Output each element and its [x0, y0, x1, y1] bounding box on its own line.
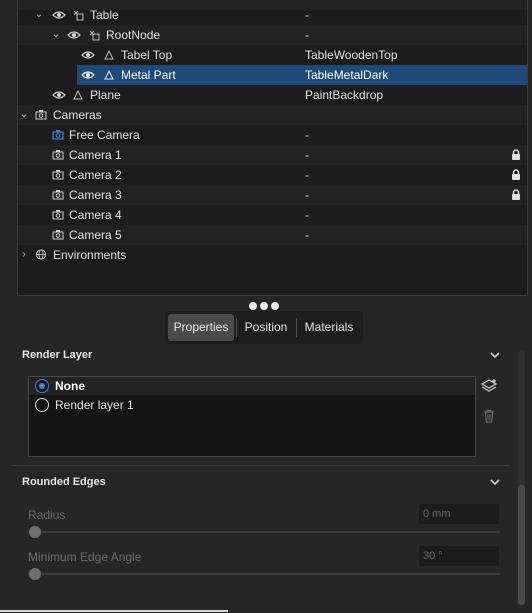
radius-input[interactable]: 0 mm — [419, 504, 499, 524]
tree-row-value: - — [305, 228, 309, 242]
eye-icon[interactable] — [52, 90, 66, 100]
tab-properties[interactable]: Properties — [168, 314, 234, 341]
camera-icon — [52, 210, 64, 220]
rounded-edges-title: Rounded Edges — [22, 476, 106, 488]
mesh-icon — [104, 69, 114, 80]
radio-unselected[interactable] — [35, 398, 49, 412]
tree-row-name: Plane — [90, 88, 121, 102]
radius-label: Radius — [28, 508, 66, 522]
tree-row-name: Metal Part — [121, 68, 176, 82]
camera-icon — [52, 170, 64, 180]
lock-icon[interactable] — [511, 149, 521, 161]
tab-bar: Properties Position Materials — [165, 311, 363, 344]
node-icon — [73, 10, 84, 21]
tree-row-camera-3[interactable]: Camera 3 - — [17, 185, 527, 205]
tree-row-value: TableWoodenTop — [305, 48, 398, 62]
option-label: Render layer 1 — [55, 398, 134, 412]
tree-row-value: - — [305, 208, 309, 222]
tree-row-value: - — [305, 8, 309, 22]
tree-row-plane[interactable]: Plane PaintBackdrop — [17, 85, 527, 105]
lock-icon[interactable] — [511, 169, 521, 181]
chevron-down-icon[interactable]: ⌄ — [19, 105, 29, 125]
chevron-down-icon[interactable] — [489, 351, 501, 359]
scene-tree: ⌄ Table - ⌄ RootNode - Tabel Top TableWo… — [17, 0, 527, 296]
tree-row-name: Camera 5 — [69, 228, 122, 242]
tree-row-environments[interactable]: › Environments — [17, 245, 527, 265]
splitter-dot — [260, 302, 268, 310]
mesh-icon — [73, 89, 83, 100]
tree-row-name: Tabel Top — [121, 48, 173, 62]
splitter-dot — [271, 302, 279, 310]
tree-row-name: Camera 3 — [69, 188, 122, 202]
min-edge-angle-label: Minimum Edge Angle — [28, 550, 142, 564]
camera-icon — [35, 110, 47, 120]
tree-row-table[interactable]: ⌄ Table - — [17, 5, 527, 25]
option-label: None — [55, 379, 85, 393]
camera-icon — [52, 190, 64, 200]
properties-scrollbar[interactable] — [518, 350, 525, 605]
tree-row-cameras[interactable]: ⌄ Cameras — [17, 105, 527, 125]
tree-row-value: TableMetalDark — [305, 68, 389, 82]
radio-selected[interactable] — [35, 379, 49, 393]
tree-row-camera-5[interactable]: Camera 5 - — [17, 225, 527, 245]
render-layer-option-none[interactable]: None — [29, 377, 475, 395]
tree-row-name: Table — [90, 8, 119, 22]
tree-row-name: Camera 1 — [69, 148, 122, 162]
chevron-down-icon[interactable] — [489, 478, 501, 486]
tree-row-name: RootNode — [106, 28, 161, 42]
tree-row-value: PaintBackdrop — [305, 88, 384, 102]
tree-row-name: Free Camera — [69, 128, 140, 142]
eye-icon[interactable] — [67, 30, 81, 40]
tree-row-value: - — [305, 148, 309, 162]
radius-slider-track[interactable] — [28, 531, 500, 533]
tree-row-camera-1[interactable]: Camera 1 - — [17, 145, 527, 165]
min-edge-angle-input[interactable]: 30 ° — [419, 546, 499, 566]
tree-row-name: Environments — [53, 248, 127, 262]
tree-row-value: - — [305, 188, 309, 202]
node-icon — [89, 30, 100, 41]
render-layer-list: None Render layer 1 — [28, 376, 476, 457]
bottom-edge — [0, 610, 228, 612]
tree-row-tabel-top[interactable]: Tabel Top TableWoodenTop — [17, 45, 527, 65]
render-layer-title: Render Layer — [22, 349, 93, 361]
camera-icon — [52, 130, 64, 140]
section-divider — [12, 465, 510, 466]
tree-row-metal-part[interactable]: Metal Part TableMetalDark — [77, 65, 527, 85]
min-edge-angle-slider-thumb[interactable] — [29, 568, 41, 580]
tree-row-free-camera[interactable]: Free Camera - — [17, 125, 527, 145]
panel-splitter-handle[interactable] — [249, 299, 282, 310]
min-edge-angle-slider-track[interactable] — [28, 573, 500, 575]
tree-row-name: Camera 2 — [69, 168, 122, 182]
tree-row-name: Camera 4 — [69, 208, 122, 222]
tree-row-name: Cameras — [53, 108, 102, 122]
radius-slider-thumb[interactable] — [29, 526, 41, 538]
mesh-icon — [104, 49, 114, 60]
eye-icon[interactable] — [81, 70, 95, 80]
tree-row-value: - — [305, 128, 309, 142]
trash-icon[interactable] — [481, 408, 497, 424]
globe-icon — [35, 249, 47, 260]
layers-add-icon[interactable] — [481, 378, 497, 394]
tree-row-value: - — [305, 168, 309, 182]
tab-materials[interactable]: Materials — [297, 314, 361, 341]
lock-icon[interactable] — [511, 189, 521, 201]
tab-position[interactable]: Position — [237, 314, 295, 341]
tree-row-value: - — [305, 28, 309, 42]
chevron-down-icon[interactable]: ⌄ — [51, 25, 61, 45]
camera-icon — [52, 150, 64, 160]
render-layer-option-1[interactable]: Render layer 1 — [29, 396, 475, 414]
eye-icon[interactable] — [81, 50, 95, 60]
chevron-right-icon[interactable]: › — [19, 245, 29, 265]
chevron-down-icon[interactable]: ⌄ — [34, 5, 44, 25]
splitter-dot — [249, 302, 257, 310]
tree-row-rootnode[interactable]: ⌄ RootNode - — [17, 25, 527, 45]
eye-icon[interactable] — [52, 10, 66, 20]
tree-row-camera-2[interactable]: Camera 2 - — [17, 165, 527, 185]
scrollbar-thumb[interactable] — [518, 485, 525, 605]
camera-icon — [52, 230, 64, 240]
tree-row-camera-4[interactable]: Camera 4 - — [17, 205, 527, 225]
